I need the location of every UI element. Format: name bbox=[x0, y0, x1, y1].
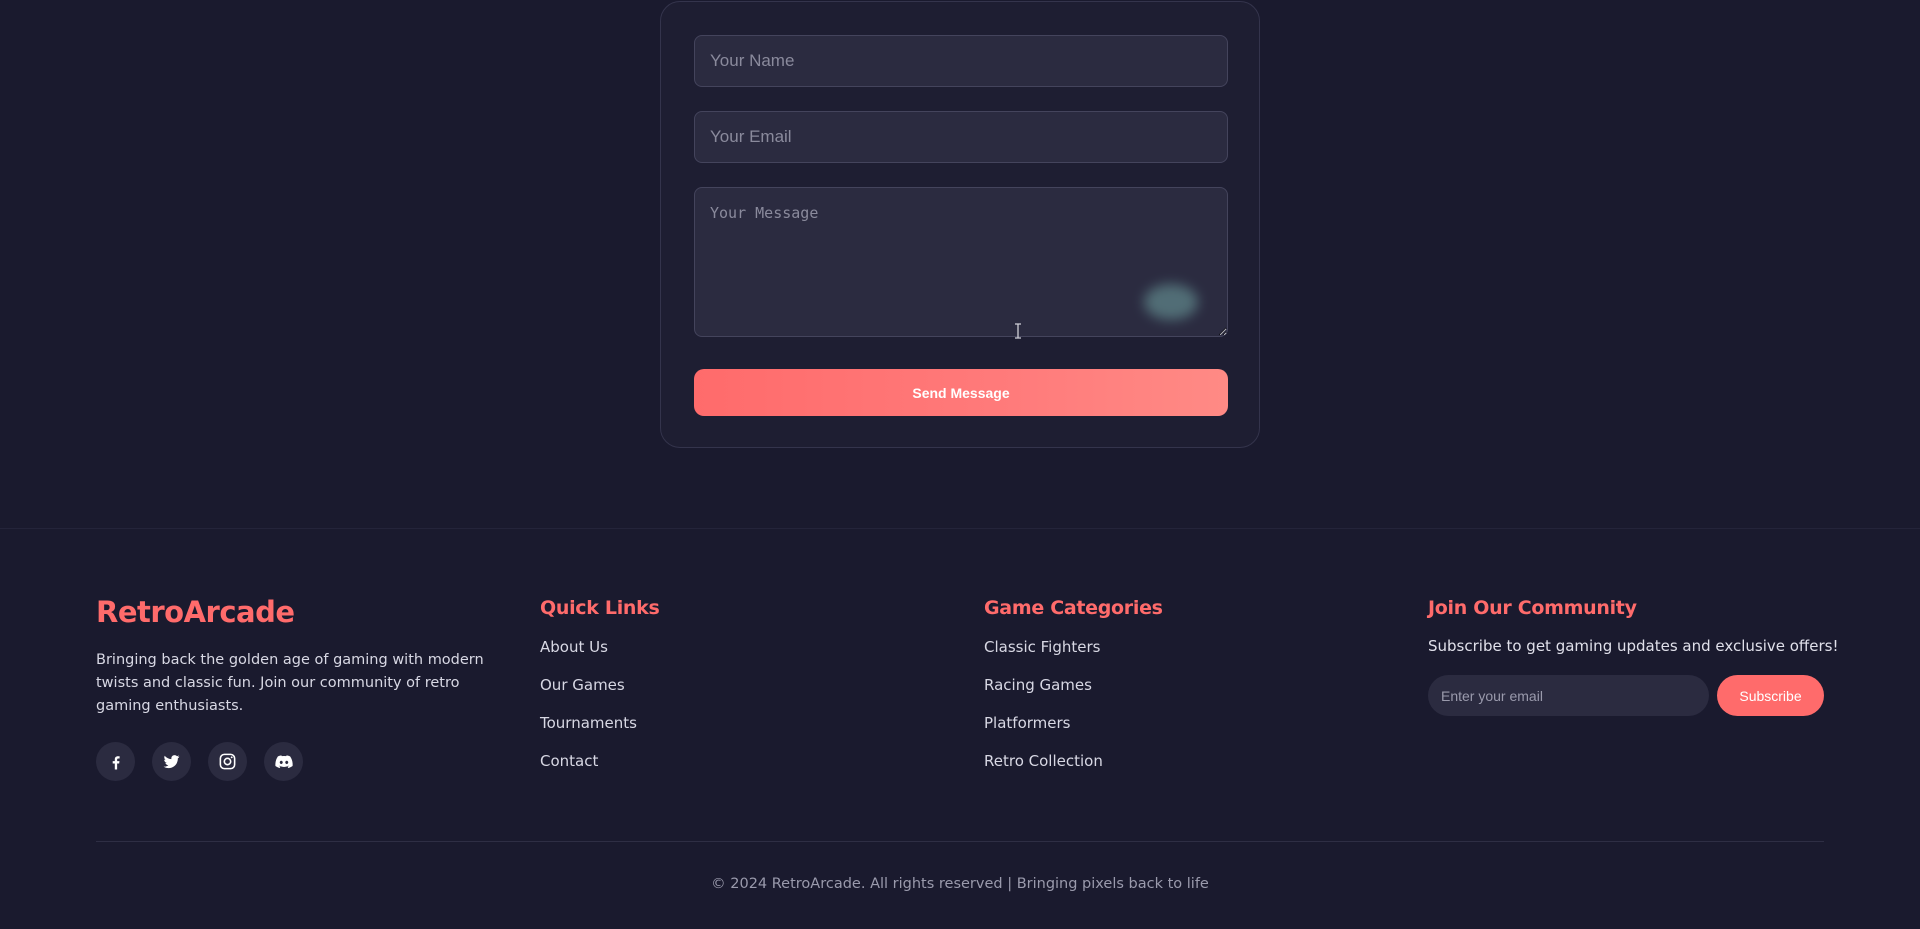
name-input[interactable] bbox=[694, 35, 1228, 87]
blurred-overlay-dot bbox=[1144, 284, 1198, 320]
footer-link-about-us[interactable]: About Us bbox=[540, 637, 660, 675]
discord-icon[interactable] bbox=[264, 742, 303, 781]
quick-links-list: About Us Our Games Tournaments Contact bbox=[540, 637, 660, 789]
social-links bbox=[96, 742, 491, 781]
footer-link-tournaments[interactable]: Tournaments bbox=[540, 713, 660, 751]
copyright-text: © 2024 RetroArcade. All rights reserved … bbox=[711, 876, 1209, 892]
quick-links-column: Quick Links About Us Our Games Tournamen… bbox=[540, 597, 660, 789]
footer-divider bbox=[96, 841, 1824, 842]
footer-link-retro-collection[interactable]: Retro Collection bbox=[984, 751, 1163, 789]
send-message-button[interactable]: Send Message bbox=[694, 369, 1228, 416]
email-input[interactable] bbox=[694, 111, 1228, 163]
community-column: Join Our Community Subscribe to get gami… bbox=[1428, 597, 1839, 716]
subscribe-button[interactable]: Subscribe bbox=[1717, 675, 1824, 716]
contact-form-card: Send Message bbox=[660, 1, 1260, 448]
footer-brand-logo[interactable]: RetroArcade bbox=[96, 595, 491, 629]
community-description: Subscribe to get gaming updates and excl… bbox=[1428, 637, 1839, 655]
footer-link-contact[interactable]: Contact bbox=[540, 751, 660, 789]
newsletter-form: Subscribe bbox=[1428, 675, 1839, 716]
message-textarea[interactable] bbox=[694, 187, 1228, 337]
site-footer: RetroArcade Bringing back the golden age… bbox=[0, 528, 1920, 929]
game-categories-title: Game Categories bbox=[984, 597, 1163, 619]
footer-link-our-games[interactable]: Our Games bbox=[540, 675, 660, 713]
text-cursor-icon bbox=[1015, 323, 1021, 339]
footer-brand-column: RetroArcade Bringing back the golden age… bbox=[96, 595, 491, 781]
community-title: Join Our Community bbox=[1428, 597, 1637, 619]
instagram-icon[interactable] bbox=[208, 742, 247, 781]
quick-links-title: Quick Links bbox=[540, 597, 660, 619]
footer-link-platformers[interactable]: Platformers bbox=[984, 713, 1163, 751]
facebook-icon[interactable] bbox=[96, 742, 135, 781]
game-categories-list: Classic Fighters Racing Games Platformer… bbox=[984, 637, 1163, 789]
game-categories-column: Game Categories Classic Fighters Racing … bbox=[984, 597, 1163, 789]
twitter-icon[interactable] bbox=[152, 742, 191, 781]
newsletter-email-input[interactable] bbox=[1428, 675, 1709, 716]
footer-link-racing-games[interactable]: Racing Games bbox=[984, 675, 1163, 713]
footer-brand-description: Bringing back the golden age of gaming w… bbox=[96, 652, 484, 714]
footer-link-classic-fighters[interactable]: Classic Fighters bbox=[984, 637, 1163, 675]
